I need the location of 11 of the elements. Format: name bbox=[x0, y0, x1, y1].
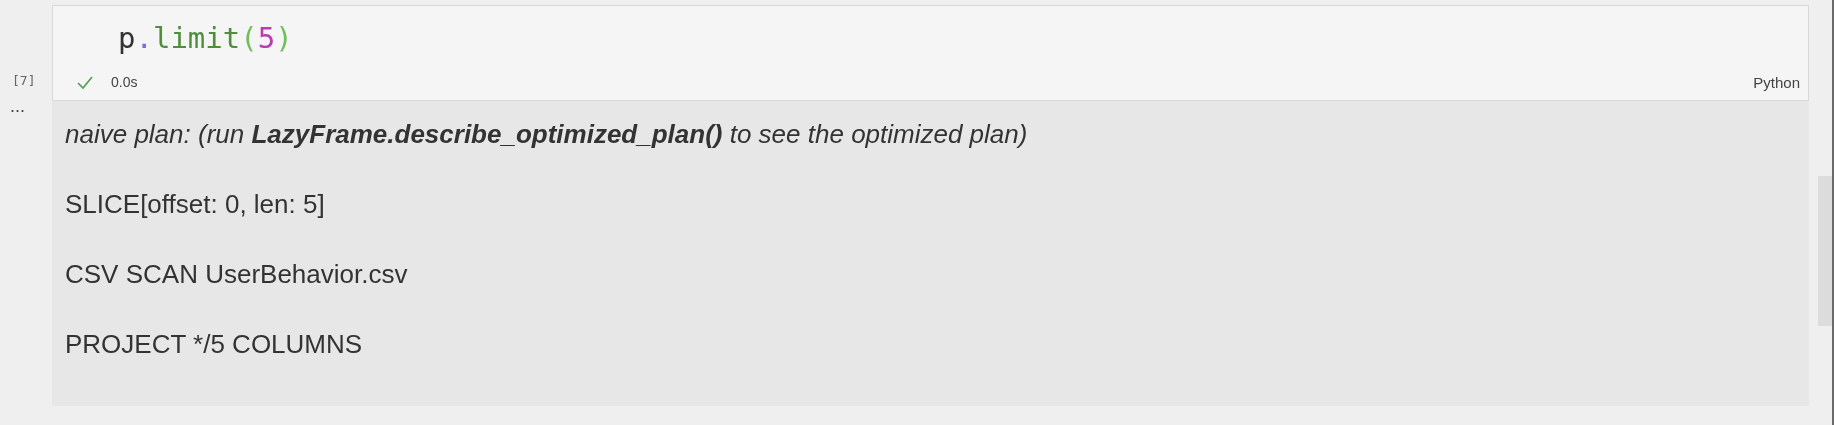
language-label[interactable]: Python bbox=[1753, 71, 1800, 94]
output-line: naive plan: (run LazyFrame.describe_optimized_plan() to see the optimized plan) bbox=[65, 119, 1028, 150]
execution-time: 0.0s bbox=[111, 73, 138, 93]
output-menu[interactable]: ... bbox=[10, 96, 52, 115]
scrollbar-thumb[interactable] bbox=[1818, 176, 1832, 326]
execution-count: [7] bbox=[12, 72, 37, 90]
code-line: p.limit(5) bbox=[118, 24, 293, 53]
code-cell[interactable]: p.limit(5) 0.0s Python bbox=[52, 5, 1809, 101]
output-line: CSV SCAN UserBehavior.csv bbox=[65, 259, 408, 290]
output-line: SLICE[offset: 0, len: 5] bbox=[65, 189, 325, 220]
output-line: PROJECT */5 COLUMNS bbox=[65, 329, 363, 360]
